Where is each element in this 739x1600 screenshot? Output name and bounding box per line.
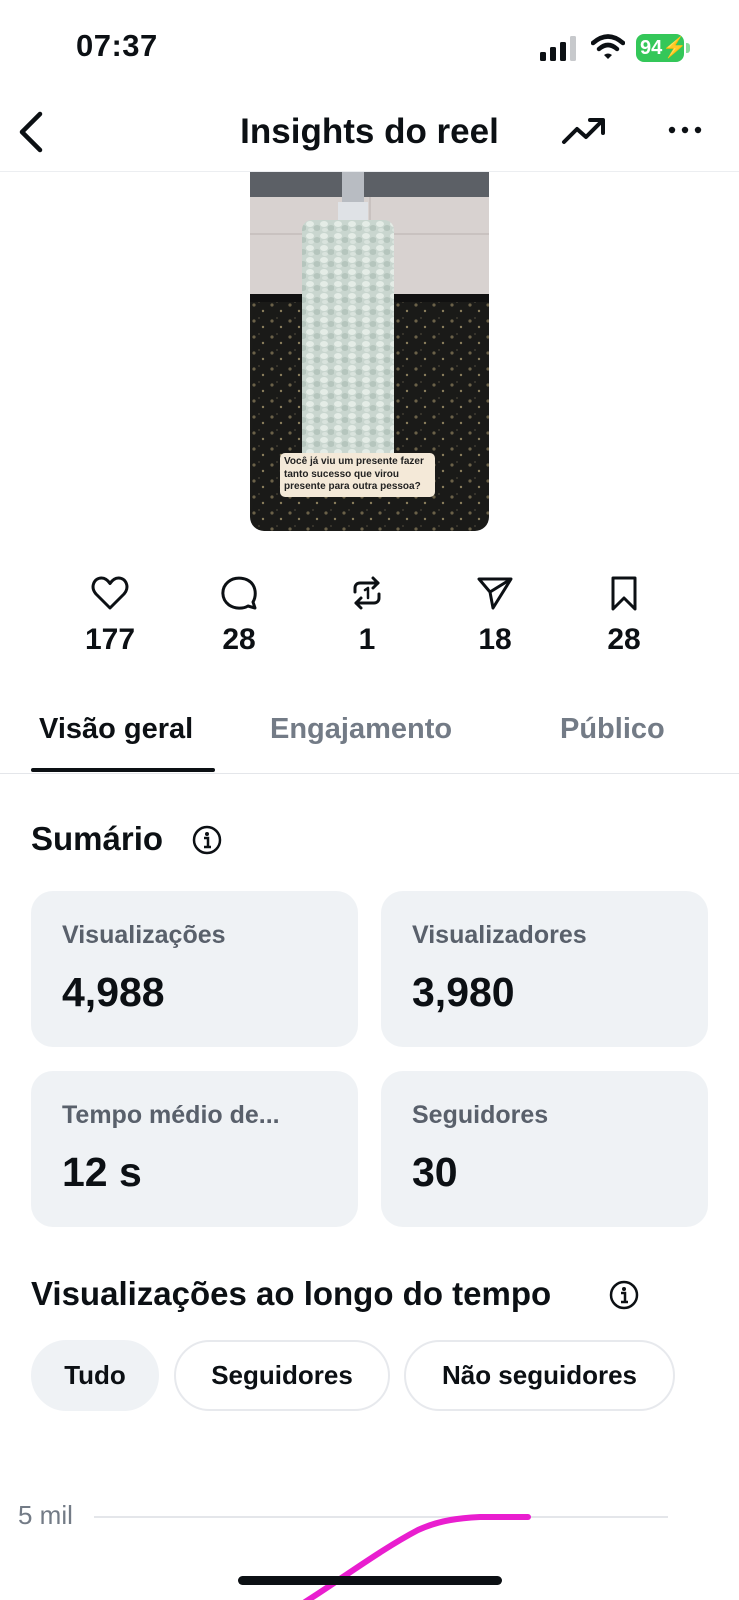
cellular-signal-icon	[540, 36, 576, 61]
comment-icon	[221, 576, 257, 610]
nav-bar: Insights do reel	[0, 100, 739, 172]
home-indicator	[238, 1576, 502, 1585]
comments-count: 28	[222, 623, 256, 656]
status-bar: 07:37 94⚡	[0, 0, 739, 100]
followers-label: Seguidores	[412, 1101, 549, 1129]
shares-stat: 18	[450, 575, 540, 657]
engagement-stats: 177 28 1 18 28	[45, 575, 685, 675]
battery-level: 94⚡	[636, 34, 687, 62]
viewers-label: Visualizadores	[412, 921, 587, 949]
viewers-value: 3,980	[412, 969, 515, 1015]
summary-title: Sumário	[31, 820, 164, 857]
series-line	[302, 1514, 531, 1600]
shares-count: 18	[478, 623, 512, 656]
filter-chip-non-followers[interactable]: Não seguidores	[404, 1340, 675, 1411]
info-icon[interactable]	[609, 1280, 639, 1310]
tab-overview[interactable]: Visão geral	[39, 713, 193, 746]
wifi-icon	[591, 34, 625, 59]
battery-icon: 94⚡	[636, 34, 690, 62]
info-icon[interactable]	[192, 825, 222, 855]
likes-count: 177	[84, 623, 136, 656]
followers-card[interactable]: Seguidores 30	[381, 1071, 708, 1227]
repost-icon	[353, 576, 381, 610]
avg-watch-time-card[interactable]: Tempo médio de... 12 s	[31, 1071, 358, 1227]
page-title: Insights do reel	[240, 112, 499, 151]
status-time: 07:37	[76, 28, 158, 63]
viewers-card[interactable]: Visualizadores 3,980	[381, 891, 708, 1047]
filter-chip-all[interactable]: Tudo	[31, 1340, 159, 1411]
saves-stat: 28	[579, 575, 669, 657]
reposts-count: 1	[358, 623, 376, 656]
followers-value: 30	[412, 1149, 458, 1195]
heart-icon	[91, 576, 129, 610]
reel-caption: Você já viu um presente fazer tanto suce…	[280, 453, 435, 497]
active-tab-indicator	[31, 768, 215, 772]
likes-stat: 177	[65, 575, 155, 657]
avg-watch-time-value: 12 s	[62, 1149, 142, 1195]
saves-count: 28	[607, 623, 641, 656]
trending-up-icon[interactable]	[561, 114, 607, 148]
share-icon	[477, 577, 513, 610]
ellipsis-icon[interactable]	[668, 120, 702, 140]
insights-tabs: Visão geral Engajamento Público	[0, 700, 739, 774]
views-value: 4,988	[62, 969, 165, 1015]
views-over-time-title: Visualizações ao longo do tempo	[31, 1275, 552, 1312]
reposts-stat: 1	[322, 575, 412, 657]
filter-chip-followers[interactable]: Seguidores	[174, 1340, 390, 1411]
avg-watch-time-label: Tempo médio de...	[62, 1101, 280, 1129]
tab-audience[interactable]: Público	[560, 713, 665, 746]
views-label: Visualizações	[62, 921, 226, 949]
tab-engagement[interactable]: Engajamento	[270, 713, 452, 746]
views-card[interactable]: Visualizações 4,988	[31, 891, 358, 1047]
reel-thumbnail[interactable]: Você já viu um presente fazer tanto suce…	[250, 172, 489, 531]
comments-stat: 28	[194, 575, 284, 657]
bookmark-icon	[611, 576, 637, 611]
